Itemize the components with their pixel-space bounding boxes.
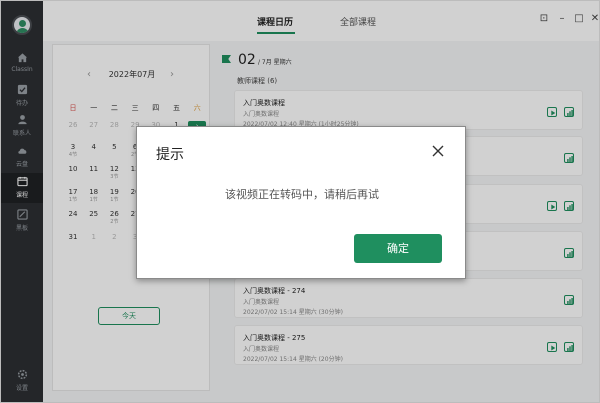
dialog-message: 该视频正在转码中，请稍后再试 [225, 188, 379, 201]
dialog-title: 提示 [156, 147, 184, 163]
alert-dialog: 提示 该视频正在转码中，请稍后再试 确定 [136, 126, 466, 279]
close-icon[interactable] [430, 143, 446, 159]
app-window: ClassIn 待办 联系人 云盘 课程 黑板 设置 课程日历 全部课程 ⊡ –… [0, 0, 600, 403]
ok-button[interactable]: 确定 [354, 234, 442, 263]
